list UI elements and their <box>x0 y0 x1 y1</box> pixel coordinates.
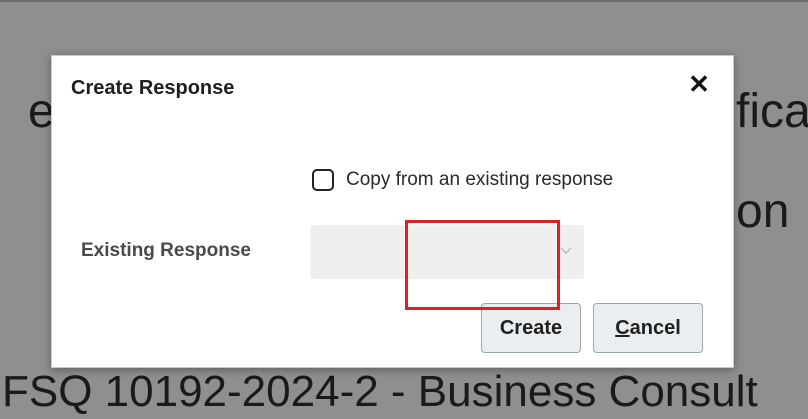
copy-existing-label[interactable]: Copy from an existing response <box>346 169 613 191</box>
background-text-fragment: fica <box>736 85 808 138</box>
copy-existing-row: Copy from an existing response <box>312 169 613 191</box>
dialog-title: Create Response <box>71 77 235 99</box>
background-text-fragment: on <box>736 185 790 238</box>
create-button[interactable]: Create <box>481 303 581 353</box>
close-button[interactable]: ✕ <box>685 68 713 99</box>
cancel-button-label: ancel <box>629 316 681 339</box>
window-frame-top <box>0 0 808 2</box>
existing-response-label: Existing Response <box>81 240 251 261</box>
close-icon: ✕ <box>688 68 710 99</box>
cancel-mnemonic: C <box>615 316 630 339</box>
background-footer-text: FSQ 10192-2024-2 - Business Consult <box>2 367 758 416</box>
chevron-down-icon <box>560 247 572 255</box>
create-response-dialog: Create Response ✕ Copy from an existing … <box>51 55 734 368</box>
copy-existing-checkbox[interactable] <box>312 169 334 191</box>
existing-response-select[interactable] <box>310 225 584 279</box>
create-button-label: Create <box>499 316 563 339</box>
cancel-button[interactable]: Cancel <box>593 303 703 353</box>
